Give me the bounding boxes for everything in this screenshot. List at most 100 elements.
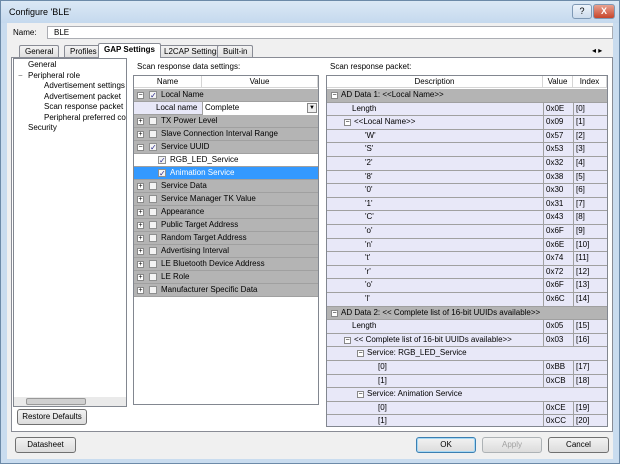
packet-row[interactable]: 'S' 0x53 [3]	[327, 143, 607, 157]
tree-item[interactable]: Security	[28, 123, 124, 132]
checkbox[interactable]	[149, 208, 157, 216]
expander-icon[interactable]: −	[137, 92, 144, 99]
tab-gap-settings[interactable]: GAP Settings	[98, 43, 161, 58]
restore-defaults-button[interactable]: Restore Defaults	[17, 409, 87, 425]
tree-item[interactable]: Scan response packet	[44, 102, 126, 111]
expander-icon[interactable]: +	[137, 274, 144, 281]
checkbox[interactable]	[149, 195, 157, 203]
packet-row[interactable]: − Service: Animation Service	[327, 388, 607, 402]
ok-button[interactable]: OK	[416, 437, 476, 453]
name-input[interactable]: BLE	[47, 26, 613, 39]
packet-row[interactable]: 'n' 0x6E [10]	[327, 238, 607, 253]
packet-row[interactable]: 't' 0x74 [11]	[327, 252, 607, 266]
tab-profiles[interactable]: Profiles	[64, 45, 103, 57]
packet-row[interactable]: − AD Data 2: << Complete list of 16-bit U…	[327, 306, 607, 321]
expander-icon[interactable]: +	[137, 222, 144, 229]
tree-item[interactable]: Peripheral role	[28, 71, 124, 80]
tree-item[interactable]: General	[28, 60, 124, 69]
scrollbar-thumb[interactable]	[26, 398, 86, 405]
settings-row[interactable]: + Random Target Address	[134, 232, 318, 245]
packet-row[interactable]: '1' 0x31 [7]	[327, 197, 607, 212]
settings-row[interactable]: + Manufacturer Specific Data	[134, 284, 318, 297]
help-button[interactable]: ?	[572, 4, 592, 19]
expander-icon[interactable]: +	[137, 183, 144, 190]
settings-row[interactable]: + Public Target Address	[134, 219, 318, 232]
packet-row[interactable]: 'W' 0x57 [2]	[327, 129, 607, 144]
settings-row[interactable]: + Advertising Interval	[134, 245, 318, 258]
checkbox[interactable]: ✓	[158, 156, 166, 165]
checkbox[interactable]	[149, 286, 157, 294]
checkbox[interactable]	[149, 260, 157, 268]
expander-icon[interactable]: +	[137, 131, 144, 138]
col-value-header[interactable]: Value	[543, 76, 573, 88]
horizontal-scrollbar[interactable]	[14, 397, 126, 406]
expander-icon[interactable]: +	[137, 287, 144, 294]
expander-icon[interactable]: −	[344, 119, 351, 127]
expander-icon[interactable]: +	[137, 235, 144, 242]
checkbox[interactable]: ✓	[149, 91, 157, 100]
expander-icon[interactable]: −	[18, 71, 23, 80]
apply-button[interactable]: Apply	[482, 437, 542, 453]
packet-row[interactable]: Length 0x05 [15]	[327, 320, 607, 334]
settings-row[interactable]: Local name Complete ▼	[134, 102, 318, 115]
expander-icon[interactable]: +	[137, 118, 144, 125]
packet-row[interactable]: [1] 0xCC [20]	[327, 415, 607, 426]
expander-icon[interactable]: +	[137, 196, 144, 203]
settings-row[interactable]: + Appearance	[134, 206, 318, 219]
col-description-header[interactable]: Description	[327, 76, 543, 88]
tree-item[interactable]: Advertisement packet	[44, 92, 126, 101]
checkbox[interactable]	[149, 130, 157, 138]
packet-row[interactable]: 'r' 0x72 [12]	[327, 265, 607, 280]
checkbox[interactable]	[149, 117, 157, 125]
settings-row[interactable]: + LE Role	[134, 271, 318, 284]
packet-row[interactable]: '2' 0x32 [4]	[327, 157, 607, 171]
checkbox[interactable]	[149, 247, 157, 255]
checkbox[interactable]	[149, 221, 157, 229]
packet-row[interactable]: [0] 0xCE [19]	[327, 401, 607, 416]
checkbox[interactable]	[149, 234, 157, 242]
settings-row[interactable]: − ✓ Service UUID	[134, 141, 318, 154]
col-name-header[interactable]: Name	[134, 76, 202, 88]
packet-row[interactable]: − << Complete list of 16-bit UUIDs availa…	[327, 333, 607, 348]
checkbox[interactable]: ✓	[158, 169, 166, 178]
close-button[interactable]: X	[593, 4, 615, 19]
expander-icon[interactable]: +	[137, 209, 144, 216]
datasheet-button[interactable]: Datasheet	[15, 437, 76, 453]
checkbox[interactable]: ✓	[149, 143, 157, 152]
expander-icon[interactable]: −	[357, 391, 364, 399]
tree-item[interactable]: Advertisement settings	[44, 81, 126, 90]
packet-row[interactable]: − AD Data 1: <<Local Name>>	[327, 89, 607, 103]
packet-row[interactable]: [1] 0xCB [18]	[327, 374, 607, 389]
expander-icon[interactable]: +	[137, 261, 144, 268]
chevron-down-icon[interactable]: ▼	[307, 103, 317, 113]
expander-icon[interactable]: −	[137, 144, 144, 151]
packet-row[interactable]: [0] 0xBB [17]	[327, 361, 607, 375]
checkbox[interactable]	[149, 182, 157, 190]
settings-row[interactable]: + Service Manager TK Value	[134, 193, 318, 206]
expander-icon[interactable]: −	[331, 309, 338, 317]
packet-row[interactable]: '0' 0x30 [6]	[327, 184, 607, 198]
tab-scroll-arrows[interactable]: ◂ ▸	[592, 46, 602, 55]
col-index-header[interactable]: Index	[573, 76, 607, 88]
packet-row[interactable]: − <<Local Name>> 0x09 [1]	[327, 116, 607, 130]
settings-row[interactable]: + LE Bluetooth Device Address	[134, 258, 318, 271]
checkbox[interactable]	[149, 273, 157, 281]
cancel-button[interactable]: Cancel	[548, 437, 609, 453]
settings-row[interactable]: + Service Data	[134, 180, 318, 193]
local-name-dropdown[interactable]: Complete ▼	[202, 102, 318, 115]
tab-built-in[interactable]: Built-in	[217, 45, 254, 57]
packet-row[interactable]: − Service: RGB_LED_Service	[327, 347, 607, 361]
settings-row[interactable]: + TX Power Level	[134, 115, 318, 128]
packet-row[interactable]: Length 0x0E [0]	[327, 102, 607, 117]
tree-item[interactable]: Peripheral preferred conne	[44, 113, 126, 122]
settings-row[interactable]: ✓ Animation Service	[134, 167, 318, 180]
packet-row[interactable]: 'o' 0x6F [13]	[327, 279, 607, 293]
packet-row[interactable]: 'o' 0x6F [9]	[327, 225, 607, 239]
expander-icon[interactable]: −	[344, 336, 351, 344]
expander-icon[interactable]: +	[137, 248, 144, 255]
expander-icon[interactable]: −	[357, 350, 364, 358]
tab-general[interactable]: General	[19, 45, 60, 57]
col-value-header[interactable]: Value	[202, 76, 318, 88]
settings-row[interactable]: + Slave Connection Interval Range	[134, 128, 318, 141]
packet-row[interactable]: '8' 0x38 [5]	[327, 170, 607, 185]
